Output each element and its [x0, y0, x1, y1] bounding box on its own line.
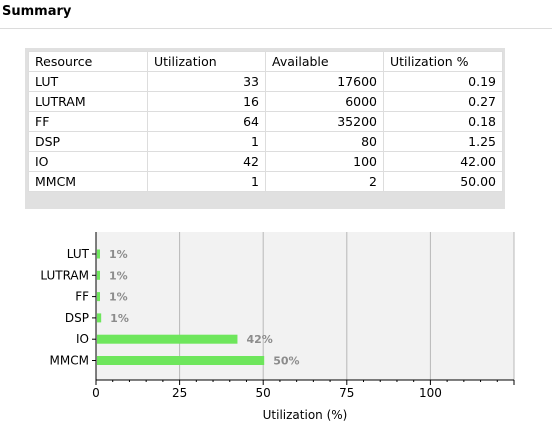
table-row[interactable]: DSP 1 80 1.25 [28, 131, 503, 152]
bar-value-label: 1% [110, 312, 129, 325]
y-category-label: IO [76, 332, 89, 346]
x-axis-title: Utilization (%) [263, 408, 348, 422]
y-category-label: LUT [67, 247, 90, 261]
x-tick-label: 0 [92, 386, 100, 400]
summary-header: Summary [0, 0, 552, 29]
utilization-percent-cell: 42.00 [383, 151, 503, 172]
resource-cell: FF [28, 111, 148, 132]
x-tick-label: 50 [256, 386, 271, 400]
y-category-label: FF [75, 290, 89, 304]
available-cell: 2 [265, 171, 384, 192]
y-category-label: MMCM [50, 354, 89, 368]
table-row[interactable]: LUTRAM 16 6000 0.27 [28, 91, 503, 112]
bar-value-label: 50% [273, 355, 299, 368]
utilization-cell: 42 [147, 151, 266, 172]
bar-value-label: 42% [246, 333, 272, 346]
table-row[interactable]: LUT 33 17600 0.19 [28, 71, 503, 92]
bar [97, 249, 100, 259]
utilization-table-frame: Resource Utilization Available Utilizati… [25, 48, 505, 209]
bar-value-label: 1% [109, 248, 128, 261]
available-cell: 80 [265, 131, 384, 152]
table-row[interactable]: MMCM 1 2 50.00 [28, 171, 503, 192]
utilization-bar-chart: 0 25 50 75 100 LUT 1% LUTRAM 1% FF 1% DSP 1% IO 42% MMC… [0, 228, 552, 431]
utilization-cell: 1 [147, 171, 266, 192]
utilization-table: Resource Utilization Available Utilizati… [28, 51, 503, 192]
bar-value-label: 1% [109, 291, 128, 304]
bar [97, 292, 100, 302]
utilization-cell: 33 [147, 71, 266, 92]
utilization-cell: 64 [147, 111, 266, 132]
utilization-cell: 1 [147, 131, 266, 152]
x-tick-label: 25 [172, 386, 187, 400]
table-row[interactable]: FF 64 35200 0.18 [28, 111, 503, 132]
resource-cell: DSP [28, 131, 148, 152]
x-tick-label: 100 [419, 386, 442, 400]
available-cell: 100 [265, 151, 384, 172]
x-tick-label: 75 [339, 386, 354, 400]
bar [97, 334, 238, 344]
utilization-percent-cell: 0.27 [383, 91, 503, 112]
column-header-resource[interactable]: Resource [28, 51, 148, 72]
resource-cell: IO [28, 151, 148, 172]
available-cell: 17600 [265, 71, 384, 92]
bar [97, 270, 100, 280]
resource-cell: LUTRAM [28, 91, 148, 112]
utilization-summary-panel: Summary Resource Utilization Available U… [0, 0, 552, 431]
summary-title: Summary [2, 4, 72, 19]
bar-value-label: 1% [109, 269, 128, 282]
utilization-percent-cell: 1.25 [383, 131, 503, 152]
utilization-percent-cell: 50.00 [383, 171, 503, 192]
resource-cell: LUT [28, 71, 148, 92]
available-cell: 35200 [265, 111, 384, 132]
y-category-label: DSP [65, 311, 89, 325]
column-header-available[interactable]: Available [265, 51, 384, 72]
utilization-cell: 16 [147, 91, 266, 112]
column-header-utilization[interactable]: Utilization [147, 51, 266, 72]
bar [97, 313, 102, 323]
bar [97, 356, 265, 365]
utilization-percent-cell: 0.19 [383, 71, 503, 92]
table-row[interactable]: IO 42 100 42.00 [28, 151, 503, 172]
column-header-utilization-percent[interactable]: Utilization % [383, 51, 503, 72]
chart-svg: 0 25 50 75 100 LUT 1% LUTRAM 1% FF 1% DSP 1% IO 42% MMC… [40, 232, 515, 422]
y-category-label: LUTRAM [40, 268, 89, 282]
table-header-row: Resource Utilization Available Utilizati… [28, 51, 503, 72]
utilization-percent-cell: 0.18 [383, 111, 503, 132]
resource-cell: MMCM [28, 171, 148, 192]
available-cell: 6000 [265, 91, 384, 112]
